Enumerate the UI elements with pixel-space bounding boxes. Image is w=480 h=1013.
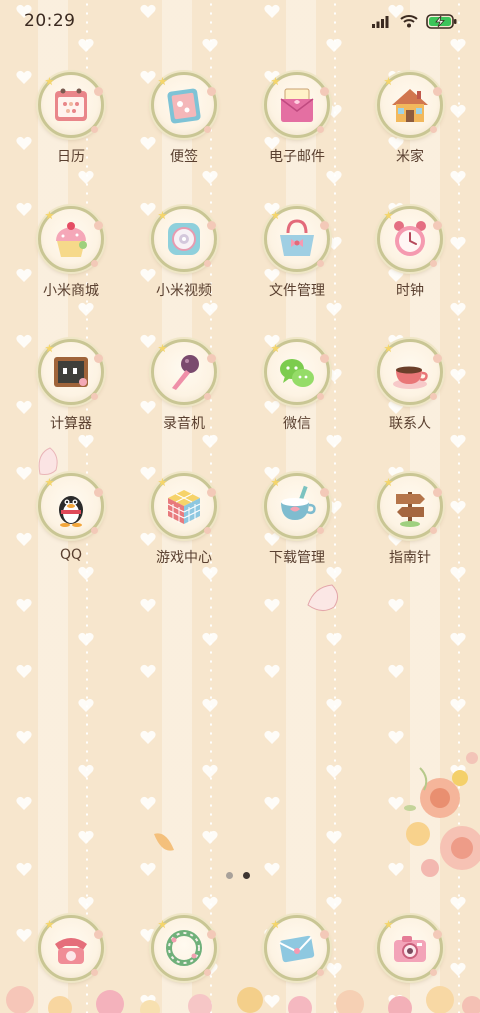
app-recorder[interactable]: 录音机: [129, 339, 239, 449]
app-calendar[interactable]: 日历: [16, 72, 126, 182]
app-label: 小米商城: [43, 283, 99, 299]
wreath-icon: [151, 915, 217, 981]
heart-decoration: [388, 664, 404, 679]
heart-decoration: [264, 664, 280, 679]
heart-decoration: [140, 664, 156, 679]
app-qq[interactable]: QQ: [16, 473, 126, 583]
heart-decoration: [264, 796, 280, 811]
app-label: 日历: [57, 149, 85, 165]
app-notes[interactable]: 便签: [129, 72, 239, 182]
heart-decoration: [264, 598, 280, 613]
app-email[interactable]: 电子邮件: [242, 72, 352, 182]
handbag-icon: [264, 206, 330, 272]
app-calculator[interactable]: 计算器: [16, 339, 126, 449]
status-icons: [372, 13, 458, 29]
app-label: 下载管理: [269, 550, 325, 566]
dock-camera[interactable]: [355, 915, 465, 985]
app-mijia[interactable]: 米家: [355, 72, 465, 182]
app-label: 联系人: [389, 416, 431, 432]
camera-icon: [377, 915, 443, 981]
heart-decoration: [140, 598, 156, 613]
petal-decoration: [38, 447, 58, 475]
app-label: 米家: [396, 149, 424, 165]
app-clock[interactable]: 时钟: [355, 206, 465, 316]
app-game-center[interactable]: 游戏中心: [129, 473, 239, 583]
page-indicator: [226, 872, 250, 879]
dock-envelope[interactable]: [242, 915, 352, 985]
petal-decoration: [154, 833, 174, 851]
heart-decoration: [264, 862, 280, 877]
cupcake-icon: [38, 206, 104, 272]
app-mi-video[interactable]: 小米视频: [129, 206, 239, 316]
app-label: 电子邮件: [269, 149, 325, 165]
petal-decoration: [307, 584, 338, 611]
heart-decoration: [140, 796, 156, 811]
heart-decoration: [140, 862, 156, 877]
signal-icon: [372, 15, 392, 28]
microphone-icon: [151, 339, 217, 405]
heart-decoration: [16, 796, 32, 811]
alarm-clock-icon: [377, 206, 443, 272]
email-icon: [264, 72, 330, 138]
heart-decoration: [16, 862, 32, 877]
app-label: QQ: [59, 547, 83, 563]
app-wechat[interactable]: 微信: [242, 339, 352, 449]
envelope-icon: [264, 915, 330, 981]
battery-charging-icon: [426, 13, 458, 29]
heart-decoration: [140, 730, 156, 745]
chalkboard-icon: [38, 339, 104, 405]
heart-decoration: [388, 598, 404, 613]
page-dot-1[interactable]: [226, 872, 233, 879]
cube-icon: [151, 473, 217, 539]
app-label: 微信: [283, 416, 311, 432]
app-label: 小米视频: [156, 283, 212, 299]
coffee-cup-icon: [377, 339, 443, 405]
app-file-manager[interactable]: 文件管理: [242, 206, 352, 316]
status-time: 20:29: [24, 11, 76, 31]
notes-icon: [151, 72, 217, 138]
wifi-icon: [400, 14, 418, 28]
house-icon: [377, 72, 443, 138]
heart-decoration: [264, 730, 280, 745]
heart-decoration: [16, 598, 32, 613]
phone-icon: [38, 915, 104, 981]
flower-decoration: [404, 752, 480, 877]
app-label: 录音机: [163, 416, 205, 432]
video-icon: [151, 206, 217, 272]
penguin-icon: [38, 473, 104, 539]
status-bar: 20:29: [0, 0, 480, 42]
dock-phone[interactable]: [16, 915, 126, 985]
heart-decoration: [16, 664, 32, 679]
app-label: 计算器: [50, 416, 92, 432]
tea-cup-icon: [264, 473, 330, 539]
app-contacts[interactable]: 联系人: [355, 339, 465, 449]
app-mi-store[interactable]: 小米商城: [16, 206, 126, 316]
heart-decoration: [16, 730, 32, 745]
app-compass[interactable]: 指南针: [355, 473, 465, 583]
app-download-manager[interactable]: 下载管理: [242, 473, 352, 583]
app-label: 游戏中心: [156, 550, 212, 566]
page-dot-2[interactable]: [243, 872, 250, 879]
signpost-icon: [377, 473, 443, 539]
app-label: 文件管理: [269, 283, 325, 299]
app-label: 时钟: [396, 283, 424, 299]
calendar-icon: [38, 72, 104, 138]
wechat-icon: [264, 339, 330, 405]
dock-wreath[interactable]: [129, 915, 239, 985]
app-label: 指南针: [389, 550, 431, 566]
app-label: 便签: [170, 149, 198, 165]
